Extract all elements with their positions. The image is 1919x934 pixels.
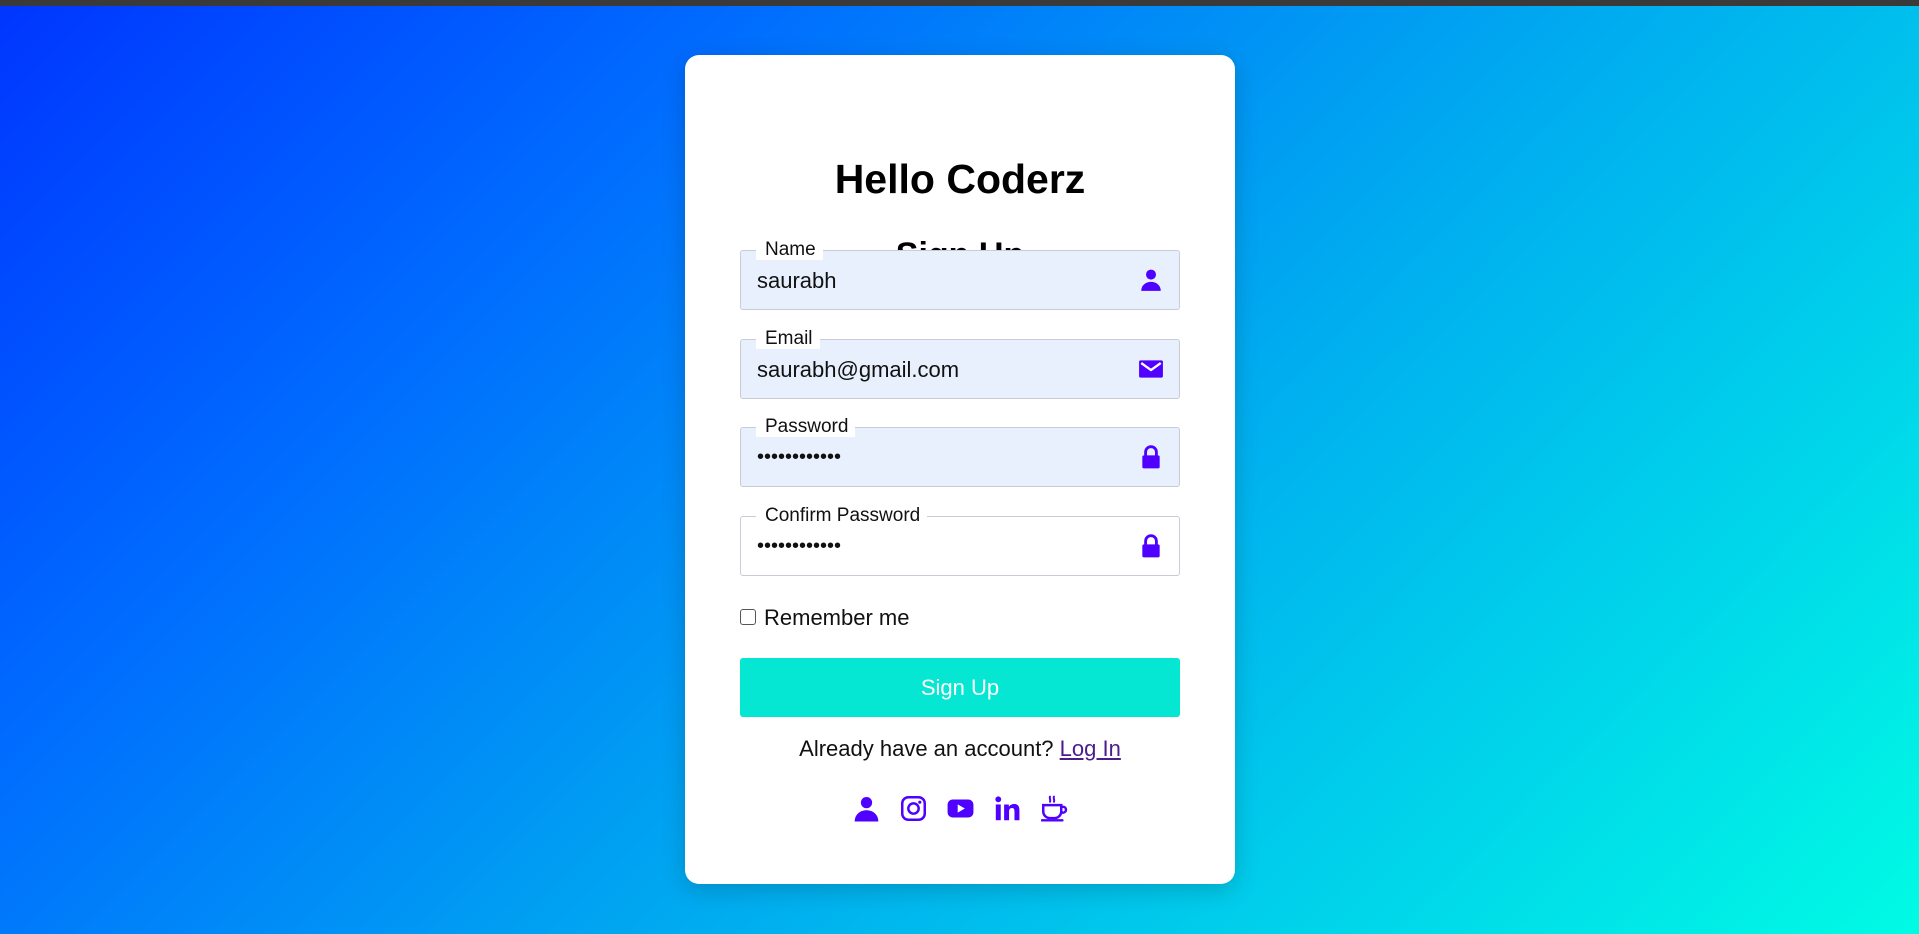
name-label: Name <box>756 240 823 260</box>
password-label: Password <box>756 417 856 437</box>
password-input[interactable]: •••••••••••• <box>757 445 841 469</box>
name-field[interactable]: Name saurabh <box>740 240 1180 310</box>
email-field[interactable]: Email saurabh@gmail.com <box>740 329 1180 399</box>
envelope-icon <box>1138 356 1164 382</box>
login-prompt-text: Already have an account? <box>799 736 1054 761</box>
social-links <box>685 795 1235 822</box>
user-icon <box>1138 267 1164 293</box>
login-prompt: Already have an account? Log In <box>685 736 1235 762</box>
remember-checkbox[interactable] <box>740 609 756 625</box>
email-input[interactable]: saurabh@gmail.com <box>757 358 959 382</box>
remember-label: Remember me <box>764 605 910 630</box>
user-icon[interactable] <box>853 795 880 822</box>
confirm-password-input[interactable]: •••••••••••• <box>757 534 841 558</box>
lock-icon <box>1138 533 1164 559</box>
page-title: Hello Coderz <box>834 156 1086 202</box>
password-field[interactable]: Password •••••••••••• <box>740 417 1180 487</box>
signup-card: Hello Coderz Sign Up Name saurabh Email … <box>685 55 1235 884</box>
email-label: Email <box>756 329 820 349</box>
confirm-password-field[interactable]: Confirm Password •••••••••••• <box>740 506 1180 576</box>
lock-icon <box>1138 444 1164 470</box>
browser-top-bar <box>0 0 1919 6</box>
login-link[interactable]: Log In <box>1060 736 1121 761</box>
remember-me[interactable]: Remember me <box>740 605 909 631</box>
instagram-icon[interactable] <box>900 795 927 822</box>
linkedin-icon[interactable] <box>994 795 1021 822</box>
confirm-password-label: Confirm Password <box>756 506 928 526</box>
coffee-icon[interactable] <box>1040 795 1068 822</box>
youtube-icon[interactable] <box>947 795 974 822</box>
signup-button[interactable]: Sign Up <box>740 658 1180 717</box>
name-input[interactable]: saurabh <box>757 269 837 293</box>
